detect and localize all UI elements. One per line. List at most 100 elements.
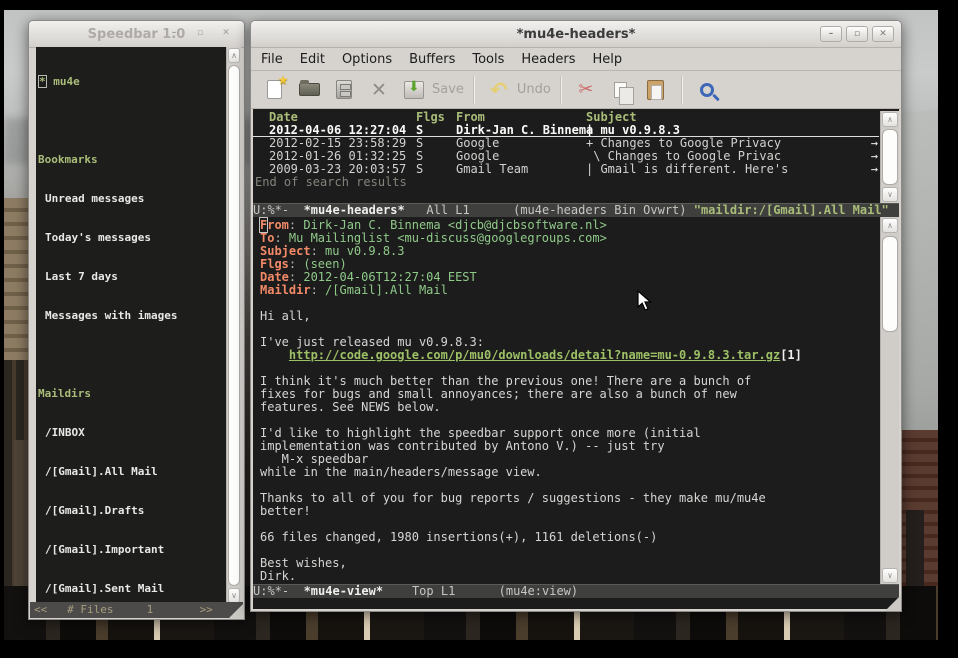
menu-headers[interactable]: Headers [521,52,575,67]
maximize-icon[interactable]: ▫ [189,26,211,42]
close-icon[interactable]: ✕ [215,26,237,42]
message-subject: | Gmail is different. Here's [586,163,879,176]
truncation-arrow-icon: → [871,163,878,176]
modeline-query: "maildir:/[Gmail].All Mail" [694,203,889,217]
menu-file[interactable]: File [261,52,283,67]
speedbar-item-today[interactable]: Today's messages [38,231,226,244]
save-button-label[interactable]: Save [432,82,464,97]
scroll-up-icon[interactable]: ∧ [882,218,898,233]
emacs-resize-grip[interactable] [885,595,901,611]
speedbar-window: Speedbar 1.0 – ▫ ✕ * mu4e Bookmarks Unre… [28,20,245,620]
close-buffer-button[interactable]: ✕ [364,76,394,104]
mouse-cursor [637,290,652,312]
menu-tools[interactable]: Tools [472,52,504,67]
field-separator: : [289,270,303,284]
field-label: Flgs [260,257,289,271]
menu-edit[interactable]: Edit [300,52,325,67]
speedbar-item-drafts[interactable]: /[Gmail].Drafts [38,504,226,517]
message-date: 2012-04-06 12:27:04 [269,124,416,136]
scrollbar-thumb[interactable] [882,236,898,332]
save-icon: ⬇ [404,81,424,99]
maximize-icon[interactable]: ▫ [846,26,868,42]
speedbar-titlebar[interactable]: Speedbar 1.0 – ▫ ✕ [29,21,244,48]
message-from: Dirk-Jan C. Binnema [456,124,586,136]
undo-button-label[interactable]: Undo [517,82,551,97]
minimize-icon[interactable]: – [163,26,185,42]
menu-bar: File Edit Options Buffers Tools Headers … [251,48,901,71]
scrollbar-thumb[interactable] [882,129,898,185]
field-value: mu v0.9.8.3 [325,244,404,258]
copy-icon [614,82,627,98]
scroll-up-icon[interactable]: ∧ [882,112,898,127]
menu-buffers[interactable]: Buffers [409,52,455,67]
speedbar-statusbar: << # Files 1 >> [30,602,243,618]
column-subject[interactable]: Subject [586,111,879,124]
menu-help[interactable]: Help [593,52,623,67]
message-row[interactable]: 2009-03-23 20:03:57 S Gmail Team | Gmail… [253,163,879,176]
menu-options[interactable]: Options [342,52,392,67]
speedbar-content: * mu4e Bookmarks Unread messages Today's… [36,47,226,604]
speedbar-root-label[interactable]: mu4e [53,75,80,88]
field-label: To [260,231,274,245]
open-file-button[interactable] [294,76,324,104]
message-flags: S [416,124,456,136]
field-separator: : [311,283,325,297]
message-from: Gmail Team [456,163,586,176]
echo-area[interactable] [253,598,899,609]
paste-icon [647,80,664,100]
speedbar-maildirs-header: Maildirs [38,387,226,400]
speedbar-item-important[interactable]: /[Gmail].Important [38,543,226,556]
speedbar-resize-grip[interactable] [228,603,244,619]
speedbar-root-line[interactable]: * mu4e [38,75,226,88]
headers-scrollbar[interactable]: ∧ ∨ [880,111,899,203]
message-subject: + Changes to Google Privacy [586,137,879,150]
undo-button[interactable]: ↶ [484,76,514,104]
speedbar-bookmarks-header: Bookmarks [38,153,226,166]
paste-button[interactable] [641,76,671,104]
dired-button[interactable] [329,76,359,104]
field-separator: : [274,231,288,245]
view-modeline: U:%*- *mu4e-view* Top L1 (mu4e:view) [253,584,899,598]
copy-button[interactable] [606,76,636,104]
new-file-icon: ★ [267,80,282,99]
search-button[interactable] [692,76,722,104]
speedbar-scrollbar[interactable]: ∧ ∨ [226,47,241,604]
scroll-down-icon[interactable]: ∨ [882,187,898,202]
headers-modeline: U:%*- *mu4e-headers* All L1 (mu4e-header… [253,203,899,217]
field-value: /[Gmail].All Mail [325,283,448,297]
view-scrollbar[interactable]: ∧ ∨ [880,217,899,584]
field-value: 2012-04-06T12:27:04 EEST [303,270,476,284]
message-date: 2009-03-23 20:03:57 [269,163,416,176]
speedbar-item-unread[interactable]: Unread messages [38,192,226,205]
field-label: Subject [260,244,311,258]
desktop: Speedbar 1.0 – ▫ ✕ * mu4e Bookmarks Unre… [0,0,958,658]
emacs-window-title: *mu4e-headers* [517,27,636,42]
message-flags: S [416,163,456,176]
field-subject: Subject: mu v0.9.8.3 [260,245,879,258]
folder-icon [299,83,320,96]
save-arrow-icon: ⬇ [408,79,420,95]
speedbar-cursor: * [38,75,47,88]
speedbar-item-images[interactable]: Messages with images [38,309,226,322]
speedbar-item-allmail[interactable]: /[Gmail].All Mail [38,465,226,478]
scroll-up-icon[interactable]: ∧ [228,48,240,63]
modeline-info: Top L1 (mu4e:view) [383,584,578,598]
save-button[interactable]: ⬇ [399,76,429,104]
file-cabinet-icon [336,80,352,99]
scroll-down-icon[interactable]: ∨ [228,588,240,603]
scroll-down-icon[interactable]: ∨ [882,568,898,583]
new-file-button[interactable]: ★ [259,76,289,104]
field-label: rom [267,218,289,232]
download-link[interactable]: http://code.google.com/p/mu0/downloads/d… [289,348,780,362]
speedbar-item-last7days[interactable]: Last 7 days [38,270,226,283]
cut-button[interactable]: ✂ [571,76,601,104]
close-icon[interactable]: ✕ [872,26,894,42]
minimize-icon[interactable]: – [820,26,842,42]
toolbar-separator [681,76,683,104]
emacs-titlebar[interactable]: *mu4e-headers* – ▫ ✕ [251,21,901,48]
scrollbar-thumb[interactable] [228,65,240,586]
speedbar-item-sentmail[interactable]: /[Gmail].Sent Mail [38,582,226,595]
cut-icon: ✂ [578,79,593,100]
speedbar-item-inbox[interactable]: /INBOX [38,426,226,439]
field-label: Maildir [260,283,311,297]
